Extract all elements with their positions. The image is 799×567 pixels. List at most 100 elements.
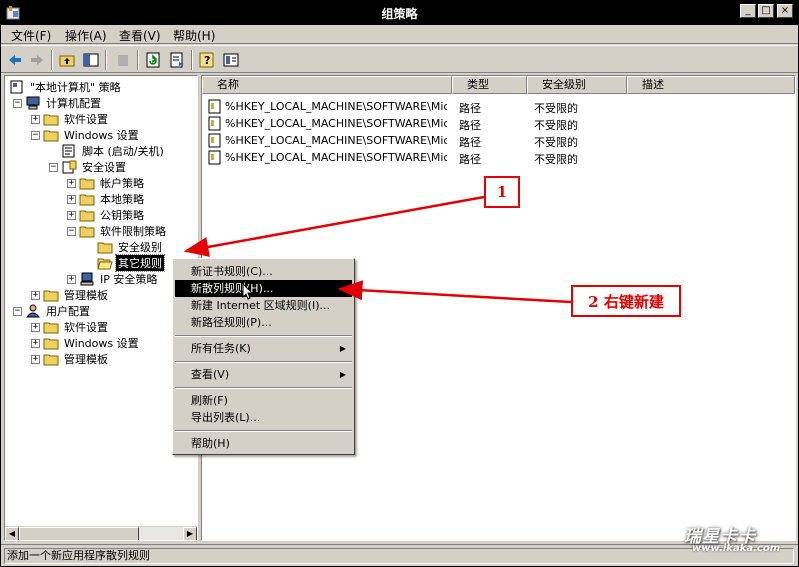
expand-icon[interactable]: + [67,194,76,204]
toolbar-separator [191,50,193,70]
column-header-name[interactable]: 名称 [202,76,452,94]
tree-item-security-settings[interactable]: − 安全设置 [49,159,128,175]
menu-item-new-certificate-rule[interactable]: 新证书规则(C)... [175,263,352,280]
expand-icon[interactable]: + [67,178,76,188]
tree-item-user-admin-templates[interactable]: + 管理模板 [31,351,110,367]
tree-item-scripts[interactable]: 脚本 (启动/关机) [49,143,166,159]
up-folder-icon[interactable] [57,50,77,70]
menu-separator [175,387,352,389]
annotation-callout-1: 1 [484,176,520,208]
tree-item-local-computer-policy[interactable]: "本地计算机" 策略 [9,79,123,95]
collapse-icon[interactable]: − [49,162,58,172]
collapse-icon[interactable]: − [13,306,22,316]
column-header-description[interactable]: 描述 [627,76,795,94]
collapse-icon[interactable]: − [31,130,40,140]
expand-icon[interactable]: + [31,114,40,124]
tree-item-user-config[interactable]: − 用户配置 [13,303,92,319]
console-tree-icon[interactable] [221,50,241,70]
tree-item-security-levels[interactable]: 安全级别 [85,239,164,255]
column-header-type[interactable]: 类型 [452,76,527,94]
delete-icon[interactable] [113,50,133,70]
tree-item-software-settings[interactable]: + 软件设置 [31,111,110,127]
open-folder-icon [97,258,113,270]
tree-item-account-policies[interactable]: + 帐户策略 [67,175,146,191]
watermark-url: www.ikaka.com [692,543,781,554]
menu-separator [175,361,352,363]
path-rule-icon [208,133,221,148]
menu-help[interactable]: 帮助(H) [173,27,215,44]
console-tree-pane[interactable]: "本地计算机" 策略 − 计算机配置 + 软件设置 − Windows 设置 脚… [4,75,198,541]
tree-item-admin-templates[interactable]: + 管理模板 [31,287,110,303]
tree-item-user-windows-settings[interactable]: + Windows 设置 [31,335,141,351]
expand-icon[interactable]: + [31,290,40,300]
menu-separator [175,430,352,432]
menu-view[interactable]: 查看(V) [119,27,161,44]
tree-item-software-restriction[interactable]: − 软件限制策略 [67,223,168,239]
export-list-icon[interactable] [167,50,187,70]
list-row[interactable]: %HKEY_LOCAL_MACHINE\SOFTWARE\Micr... 路径 … [202,132,795,149]
user-icon [25,304,41,318]
horizontal-scrollbar[interactable]: ◀ ▶ [5,526,197,540]
scroll-right-icon[interactable]: ▶ [183,527,197,540]
expand-icon[interactable]: + [31,354,40,364]
menu-item-refresh[interactable]: 刷新(F) [175,392,352,409]
expand-icon[interactable]: + [31,338,40,348]
menu-item-new-hash-rule[interactable]: 新散列规则(H)... [175,280,352,297]
toolbar-separator [105,50,107,70]
status-text: 添加一个新应用程序散列规则 [4,548,794,564]
menu-action[interactable]: 操作(A) [65,27,107,44]
toolbar-separator [137,50,139,70]
tree-item-additional-rules[interactable]: 其它规则 [85,254,165,272]
folder-icon [43,322,59,334]
expand-icon[interactable]: + [67,274,76,284]
refresh-icon[interactable] [143,50,163,70]
list-row[interactable]: %HKEY_LOCAL_MACHINE\SOFTWARE\Micr... 路径 … [202,115,795,132]
folder-icon [43,354,59,366]
menu-item-new-path-rule[interactable]: 新路径规则(P)... [175,314,352,331]
close-icon[interactable]: × [777,4,793,18]
submenu-arrow-icon: ▶ [339,344,346,353]
tree-item-local-policies[interactable]: + 本地策略 [67,191,146,207]
ip-security-icon [80,272,94,286]
menu-separator [175,335,352,337]
expand-icon[interactable]: + [31,322,40,332]
tree-item-windows-settings[interactable]: − Windows 设置 [31,127,141,143]
maximize-icon[interactable]: □ [758,4,774,18]
expand-icon[interactable]: + [67,210,76,220]
help-icon[interactable]: ? [197,50,217,70]
menu-file[interactable]: 文件(F) [11,27,51,44]
tree-item-public-key-policies[interactable]: + 公钥策略 [67,207,146,223]
menu-item-view[interactable]: 查看(V) ▶ [175,366,352,383]
status-bar: 添加一个新应用程序散列规则 [1,544,798,566]
context-menu: 新证书规则(C)... 新散列规则(H)... 新建 Internet 区域规则… [172,258,355,455]
scroll-thumb[interactable] [19,527,139,540]
show-hide-tree-icon[interactable] [81,50,101,70]
tree-item-user-software-settings[interactable]: + 软件设置 [31,319,110,335]
list-row[interactable]: %HKEY_LOCAL_MACHINE\SOFTWARE\Micr... 路径 … [202,149,795,166]
scroll-left-icon[interactable]: ◀ [5,527,19,540]
policy-icon [10,80,23,94]
tree-item-ip-security[interactable]: + IP 安全策略 [67,271,159,287]
back-icon[interactable] [5,50,25,70]
security-settings-icon [62,160,77,174]
menu-item-help[interactable]: 帮助(H) [175,435,352,452]
menu-item-all-tasks[interactable]: 所有任务(K) ▶ [175,340,352,357]
path-rule-icon [208,150,221,165]
title-bar[interactable]: 组策略 _ □ × [1,1,798,25]
forward-icon[interactable] [27,50,47,70]
group-policy-window: 组策略 _ □ × 文件(F) 操作(A) 查看(V) 帮助(H) ? "本地计… [0,0,799,567]
menu-item-new-zone-rule[interactable]: 新建 Internet 区域规则(I)... [175,297,352,314]
minimize-icon[interactable]: _ [740,4,756,18]
tree-item-computer-config[interactable]: − 计算机配置 [13,95,103,111]
folder-icon [43,114,59,126]
mouse-cursor-icon [242,283,254,300]
folder-icon [43,130,59,142]
annotation-callout-2: 2 右键新建 [571,285,681,317]
menu-item-export-list[interactable]: 导出列表(L)... [175,409,352,426]
list-row[interactable]: %HKEY_LOCAL_MACHINE\SOFTWARE\Micr... 路径 … [202,98,795,115]
collapse-icon[interactable]: − [67,226,76,236]
folder-icon [79,226,95,238]
toolbar: ? [1,45,798,73]
collapse-icon[interactable]: − [13,98,22,108]
column-header-security-level[interactable]: 安全级别 [527,76,627,94]
